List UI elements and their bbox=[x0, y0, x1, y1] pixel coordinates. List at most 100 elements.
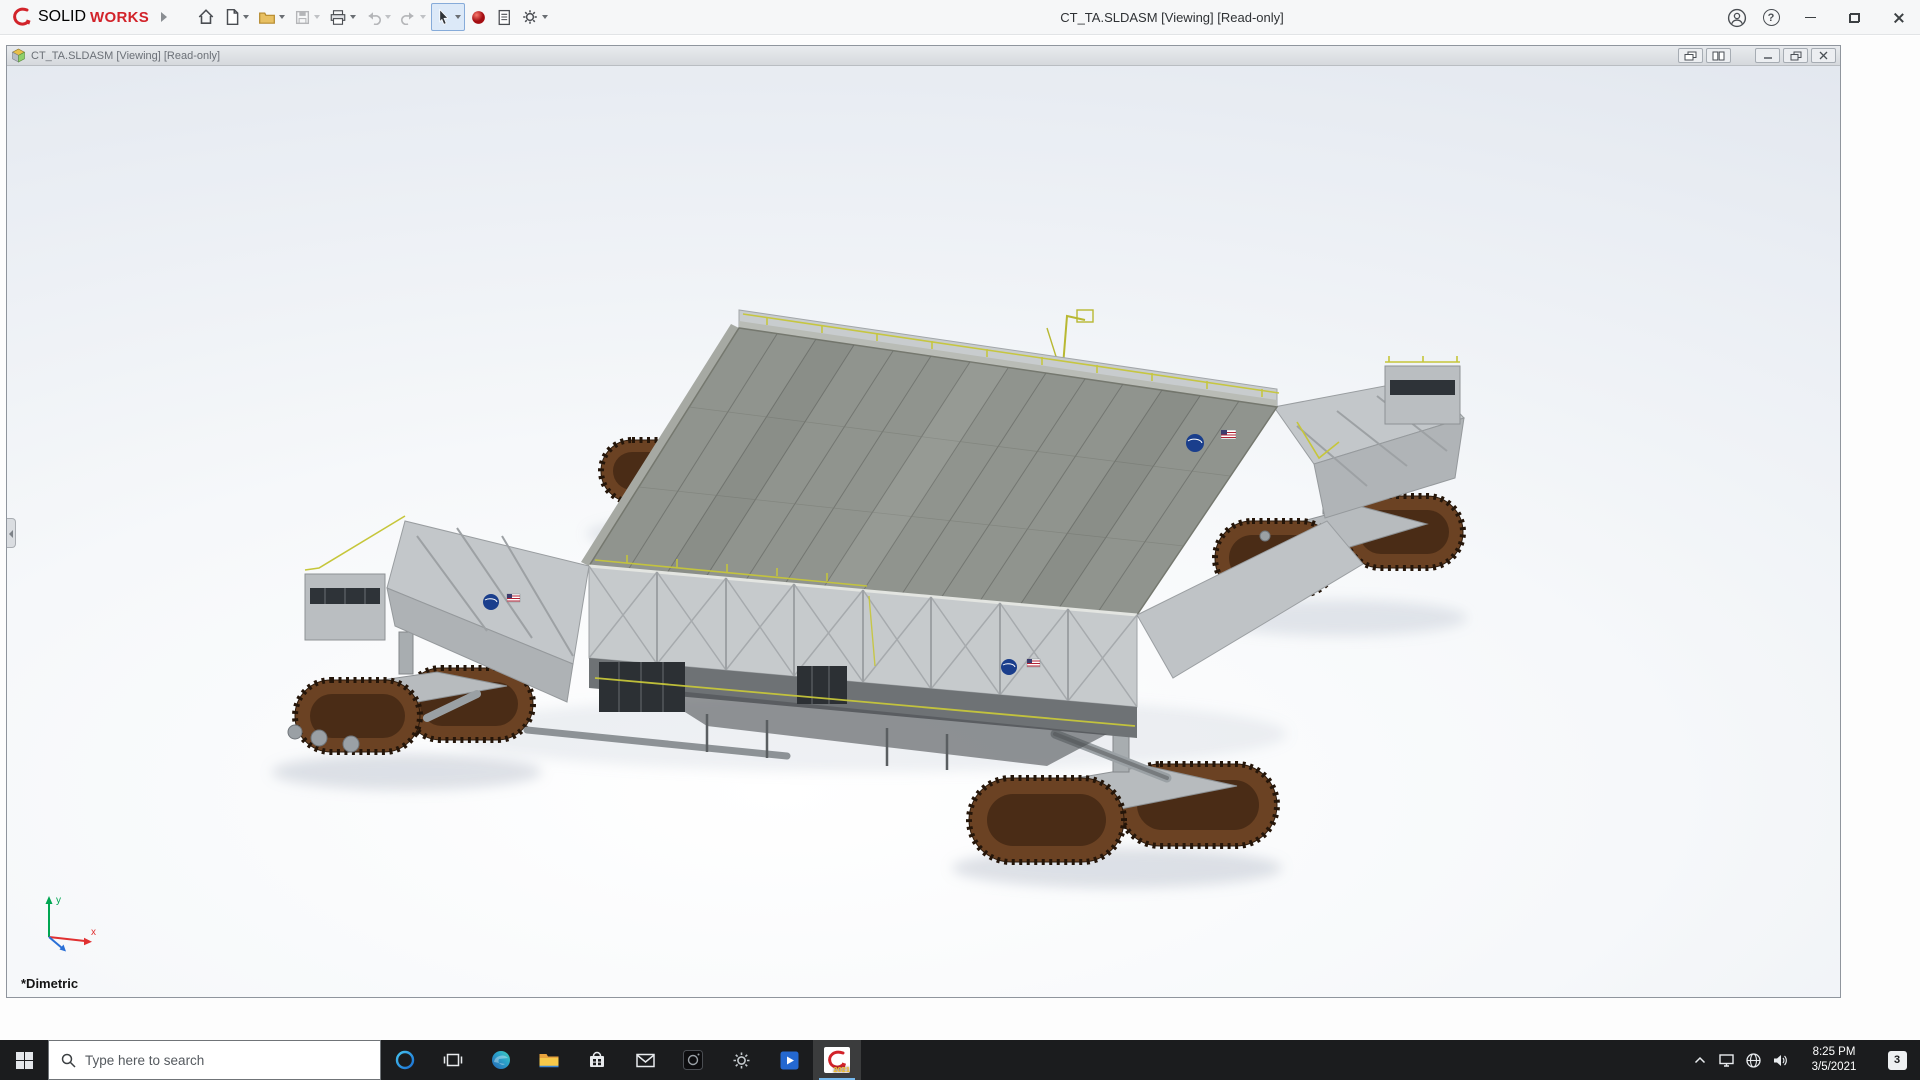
minimize-icon bbox=[1804, 16, 1816, 19]
cortana-icon bbox=[395, 1050, 415, 1070]
undo-button[interactable] bbox=[361, 3, 395, 31]
file-properties-button[interactable] bbox=[492, 3, 516, 31]
triad-y-label: y bbox=[56, 895, 61, 906]
window-controls: ? bbox=[1720, 0, 1920, 35]
restore-icon bbox=[1848, 12, 1860, 23]
movies-tv-icon bbox=[780, 1051, 798, 1069]
solidworks-year-badge: 2021 bbox=[833, 1065, 850, 1074]
volume-tray-button[interactable] bbox=[1767, 1040, 1794, 1080]
dropdown-caret-icon[interactable] bbox=[385, 15, 392, 19]
volume-icon bbox=[1774, 1054, 1787, 1066]
print-button[interactable] bbox=[325, 3, 360, 31]
network-tray-button[interactable] bbox=[1740, 1040, 1767, 1080]
open-folder-icon bbox=[259, 12, 275, 24]
taskbar-store-button[interactable] bbox=[573, 1040, 621, 1080]
save-button[interactable] bbox=[290, 3, 324, 31]
taskbar-camera-button[interactable] bbox=[669, 1040, 717, 1080]
reference-triad: y x bbox=[45, 895, 96, 952]
search-input[interactable] bbox=[85, 1052, 335, 1068]
restore-button[interactable] bbox=[1832, 0, 1876, 35]
doc-arrange-cascade-button[interactable] bbox=[1678, 48, 1703, 63]
start-button[interactable] bbox=[0, 1040, 48, 1080]
taskbar-edge-button[interactable] bbox=[477, 1040, 525, 1080]
taskbar-file-explorer-button[interactable] bbox=[525, 1040, 573, 1080]
taskbar-clock[interactable]: 8:25 PM 3/5/2021 bbox=[1794, 1045, 1874, 1075]
taskbar-movies-tv-button[interactable] bbox=[765, 1040, 813, 1080]
doc-minimize-button[interactable] bbox=[1755, 48, 1780, 63]
settings-gear-icon bbox=[733, 1052, 749, 1068]
workspace: CT_TA.SLDASM [Viewing] [Read-only] y x *… bbox=[0, 36, 1920, 1040]
windows-logo-icon bbox=[15, 1051, 33, 1069]
store-icon bbox=[590, 1051, 604, 1067]
triad-x-label: x bbox=[91, 927, 96, 938]
quick-access-toolbar bbox=[193, 3, 552, 31]
select-button[interactable] bbox=[431, 3, 466, 31]
solidworks-logo-icon bbox=[13, 7, 31, 26]
minimize-button[interactable] bbox=[1788, 0, 1832, 35]
close-button[interactable] bbox=[1876, 0, 1920, 35]
dropdown-caret-icon[interactable] bbox=[420, 15, 427, 19]
clock-time: 8:25 PM bbox=[1812, 1046, 1856, 1059]
taskbar-task-view-button[interactable] bbox=[429, 1040, 477, 1080]
brand-expand-icon[interactable] bbox=[161, 12, 168, 22]
file-explorer-icon bbox=[539, 1054, 559, 1068]
taskbar-cortana-button[interactable] bbox=[381, 1040, 429, 1080]
camera-icon bbox=[683, 1050, 703, 1070]
new-document-button[interactable] bbox=[220, 3, 253, 31]
help-icon: ? bbox=[1762, 9, 1780, 26]
taskbar-solidworks-button[interactable]: 2021 bbox=[813, 1040, 861, 1080]
dropdown-caret-icon[interactable] bbox=[279, 15, 286, 19]
solidworks-app-icon: 2021 bbox=[824, 1047, 850, 1074]
options-gear-icon bbox=[523, 10, 537, 24]
options-button[interactable] bbox=[517, 3, 552, 31]
graphics-viewport[interactable]: y x *Dimetric bbox=[7, 66, 1840, 997]
network-globe-icon bbox=[1746, 1052, 1761, 1068]
taskbar-settings-button[interactable] bbox=[717, 1040, 765, 1080]
doc-close-icon bbox=[1819, 51, 1828, 60]
help-button[interactable]: ? bbox=[1754, 0, 1788, 35]
doc-restore-button[interactable] bbox=[1783, 48, 1808, 63]
right-end-structure[interactable] bbox=[1273, 356, 1465, 519]
close-icon bbox=[1892, 12, 1904, 24]
us-flag bbox=[1220, 429, 1237, 440]
notification-badge: 3 bbox=[1887, 1050, 1907, 1070]
chevron-up-icon bbox=[1694, 1056, 1705, 1064]
doc-close-button[interactable] bbox=[1811, 48, 1836, 63]
document-window: CT_TA.SLDASM [Viewing] [Read-only] y x *… bbox=[6, 45, 1841, 998]
dropdown-caret-icon[interactable] bbox=[314, 15, 321, 19]
tile-icon bbox=[1712, 51, 1725, 60]
document-title: CT_TA.SLDASM [Viewing] [Read-only] bbox=[31, 49, 221, 62]
document-titlebar[interactable]: CT_TA.SLDASM [Viewing] [Read-only] bbox=[7, 46, 1840, 66]
doc-arrange-tile-button[interactable] bbox=[1706, 48, 1731, 63]
screen: SOLID WORKS CT_TA.SLDASM [Viewing] [Read… bbox=[0, 0, 1920, 1080]
redo-button[interactable] bbox=[396, 3, 430, 31]
brand-word-solid: SOLID bbox=[38, 8, 87, 25]
save-icon bbox=[295, 10, 310, 24]
taskbar-search[interactable] bbox=[48, 1040, 381, 1080]
system-tray: 8:25 PM 3/5/2021 3 bbox=[1686, 1040, 1920, 1080]
search-icon bbox=[61, 1053, 76, 1068]
taskbar-mail-button[interactable] bbox=[621, 1040, 669, 1080]
account-button[interactable] bbox=[1720, 0, 1754, 35]
print-icon bbox=[330, 9, 346, 25]
feature-panel-splitter[interactable] bbox=[7, 518, 16, 548]
home-button[interactable] bbox=[193, 3, 219, 31]
edge-icon bbox=[492, 1051, 510, 1069]
open-button[interactable] bbox=[254, 3, 289, 31]
home-icon bbox=[198, 9, 214, 24]
document-window-controls bbox=[1678, 48, 1836, 63]
display-tray-button[interactable] bbox=[1713, 1040, 1740, 1080]
dropdown-caret-icon[interactable] bbox=[455, 15, 462, 19]
hidden-icons-button[interactable] bbox=[1686, 1040, 1713, 1080]
dropdown-caret-icon[interactable] bbox=[350, 15, 357, 19]
action-center-button[interactable]: 3 bbox=[1874, 1050, 1920, 1070]
us-flag bbox=[506, 593, 521, 603]
dropdown-caret-icon[interactable] bbox=[243, 15, 250, 19]
clock-date: 3/5/2021 bbox=[1811, 1061, 1857, 1073]
3dexperience-sphere-icon bbox=[472, 10, 485, 24]
undo-icon bbox=[368, 12, 381, 25]
solidworks-brand: SOLID WORKS bbox=[0, 5, 168, 29]
dropdown-caret-icon[interactable] bbox=[542, 15, 549, 19]
3dexperience-button[interactable] bbox=[466, 3, 491, 31]
model-3d-view[interactable] bbox=[7, 66, 1840, 997]
